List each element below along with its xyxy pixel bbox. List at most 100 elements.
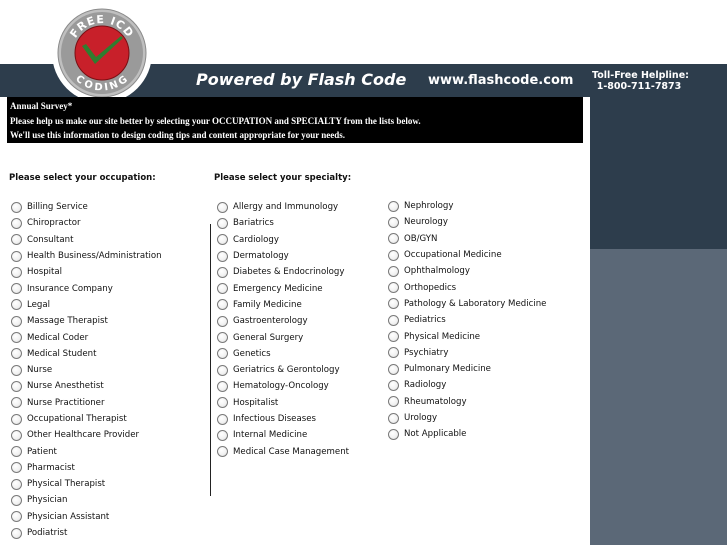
- radio-button[interactable]: [388, 200, 399, 212]
- radio-button[interactable]: [388, 412, 399, 424]
- specialty-option-physical-medicine[interactable]: Physical Medicine: [388, 328, 546, 344]
- occupation-option-health-business-administration[interactable]: Health Business/Administration: [11, 248, 162, 264]
- specialty-option-medical-case-management[interactable]: Medical Case Management: [217, 443, 349, 459]
- radio-button[interactable]: [217, 429, 228, 441]
- occupation-option-occupational-therapist[interactable]: Occupational Therapist: [11, 411, 162, 427]
- occupation-option-podiatrist[interactable]: Podiatrist: [11, 525, 162, 541]
- radio-button[interactable]: [388, 233, 399, 245]
- radio-button[interactable]: [217, 217, 228, 229]
- occupation-option-physician[interactable]: Physician: [11, 492, 162, 508]
- specialty-option-ophthalmology[interactable]: Ophthalmology: [388, 263, 546, 279]
- specialty-option-radiology[interactable]: Radiology: [388, 377, 546, 393]
- radio-button[interactable]: [11, 299, 22, 311]
- radio-button[interactable]: [11, 266, 22, 278]
- specialty-option-allergy-and-immunology[interactable]: Allergy and Immunology: [217, 199, 349, 215]
- radio-button[interactable]: [217, 332, 228, 344]
- radio-button[interactable]: [388, 314, 399, 326]
- specialty-option-genetics[interactable]: Genetics: [217, 346, 349, 362]
- radio-button[interactable]: [11, 250, 22, 262]
- radio-button[interactable]: [217, 315, 228, 327]
- occupation-option-other-healthcare-provider[interactable]: Other Healthcare Provider: [11, 427, 162, 443]
- specialty-option-pathology-laboratory-medicine[interactable]: Pathology & Laboratory Medicine: [388, 296, 546, 312]
- radio-button[interactable]: [217, 283, 228, 295]
- radio-button[interactable]: [11, 478, 22, 490]
- radio-button[interactable]: [217, 266, 228, 278]
- occupation-option-chiropractor[interactable]: Chiropractor: [11, 215, 162, 231]
- occupation-option-insurance-company[interactable]: Insurance Company: [11, 280, 162, 296]
- radio-button[interactable]: [11, 413, 22, 425]
- specialty-option-not-applicable[interactable]: Not Applicable: [388, 426, 546, 442]
- specialty-option-orthopedics[interactable]: Orthopedics: [388, 279, 546, 295]
- radio-button[interactable]: [11, 315, 22, 327]
- radio-button[interactable]: [217, 234, 228, 246]
- radio-button[interactable]: [217, 250, 228, 262]
- occupation-option-medical-student[interactable]: Medical Student: [11, 346, 162, 362]
- radio-button[interactable]: [388, 363, 399, 375]
- free-icd-coding-logo[interactable]: FREE ICD CODING: [51, 2, 153, 104]
- occupation-option-nurse-anesthetist[interactable]: Nurse Anesthetist: [11, 378, 162, 394]
- radio-button[interactable]: [388, 379, 399, 391]
- radio-button[interactable]: [217, 413, 228, 425]
- radio-button[interactable]: [217, 201, 228, 213]
- radio-button[interactable]: [11, 429, 22, 441]
- specialty-option-gastroenterology[interactable]: Gastroenterology: [217, 313, 349, 329]
- occupation-option-physical-therapist[interactable]: Physical Therapist: [11, 476, 162, 492]
- radio-button[interactable]: [11, 217, 22, 229]
- radio-button[interactable]: [388, 282, 399, 294]
- radio-button[interactable]: [11, 332, 22, 344]
- radio-button[interactable]: [217, 446, 228, 458]
- radio-button[interactable]: [388, 265, 399, 277]
- specialty-option-occupational-medicine[interactable]: Occupational Medicine: [388, 247, 546, 263]
- occupation-option-physician-assistant[interactable]: Physician Assistant: [11, 509, 162, 525]
- radio-button[interactable]: [217, 299, 228, 311]
- radio-button[interactable]: [11, 380, 22, 392]
- specialty-option-neurology[interactable]: Neurology: [388, 214, 546, 230]
- radio-button[interactable]: [388, 216, 399, 228]
- specialty-option-infectious-diseases[interactable]: Infectious Diseases: [217, 411, 349, 427]
- radio-button[interactable]: [388, 298, 399, 310]
- specialty-option-bariatrics[interactable]: Bariatrics: [217, 215, 349, 231]
- radio-button[interactable]: [217, 364, 228, 376]
- specialty-option-diabetes-endocrinology[interactable]: Diabetes & Endocrinology: [217, 264, 349, 280]
- radio-button[interactable]: [11, 494, 22, 506]
- specialty-option-geriatrics-gerontology[interactable]: Geriatrics & Gerontology: [217, 362, 349, 378]
- radio-button[interactable]: [11, 397, 22, 409]
- occupation-option-nurse-practitioner[interactable]: Nurse Practitioner: [11, 395, 162, 411]
- specialty-option-rheumatology[interactable]: Rheumatology: [388, 394, 546, 410]
- radio-button[interactable]: [217, 348, 228, 360]
- specialty-option-hospitalist[interactable]: Hospitalist: [217, 395, 349, 411]
- radio-button[interactable]: [388, 331, 399, 343]
- occupation-option-pharmacist[interactable]: Pharmacist: [11, 460, 162, 476]
- specialty-option-nephrology[interactable]: Nephrology: [388, 198, 546, 214]
- radio-button[interactable]: [11, 234, 22, 246]
- specialty-option-general-surgery[interactable]: General Surgery: [217, 329, 349, 345]
- specialty-option-cardiology[interactable]: Cardiology: [217, 232, 349, 248]
- radio-button[interactable]: [11, 201, 22, 213]
- radio-button[interactable]: [388, 428, 399, 440]
- radio-button[interactable]: [11, 446, 22, 458]
- specialty-option-emergency-medicine[interactable]: Emergency Medicine: [217, 280, 349, 296]
- occupation-option-patient[interactable]: Patient: [11, 443, 162, 459]
- radio-button[interactable]: [388, 347, 399, 359]
- radio-button[interactable]: [217, 397, 228, 409]
- occupation-option-consultant[interactable]: Consultant: [11, 232, 162, 248]
- occupation-option-hospital[interactable]: Hospital: [11, 264, 162, 280]
- radio-button[interactable]: [11, 364, 22, 376]
- specialty-option-internal-medicine[interactable]: Internal Medicine: [217, 427, 349, 443]
- specialty-option-dermatology[interactable]: Dermatology: [217, 248, 349, 264]
- specialty-option-pediatrics[interactable]: Pediatrics: [388, 312, 546, 328]
- radio-button[interactable]: [11, 527, 22, 539]
- specialty-option-ob-gyn[interactable]: OB/GYN: [388, 231, 546, 247]
- radio-button[interactable]: [217, 380, 228, 392]
- occupation-option-legal[interactable]: Legal: [11, 297, 162, 313]
- radio-button[interactable]: [388, 249, 399, 261]
- specialty-option-hematology-oncology[interactable]: Hematology-Oncology: [217, 378, 349, 394]
- site-url-link[interactable]: www.flashcode.com: [428, 73, 573, 88]
- radio-button[interactable]: [11, 348, 22, 360]
- occupation-option-medical-coder[interactable]: Medical Coder: [11, 329, 162, 345]
- occupation-option-nurse[interactable]: Nurse: [11, 362, 162, 378]
- radio-button[interactable]: [11, 462, 22, 474]
- specialty-option-psychiatry[interactable]: Psychiatry: [388, 345, 546, 361]
- radio-button[interactable]: [388, 396, 399, 408]
- specialty-option-urology[interactable]: Urology: [388, 410, 546, 426]
